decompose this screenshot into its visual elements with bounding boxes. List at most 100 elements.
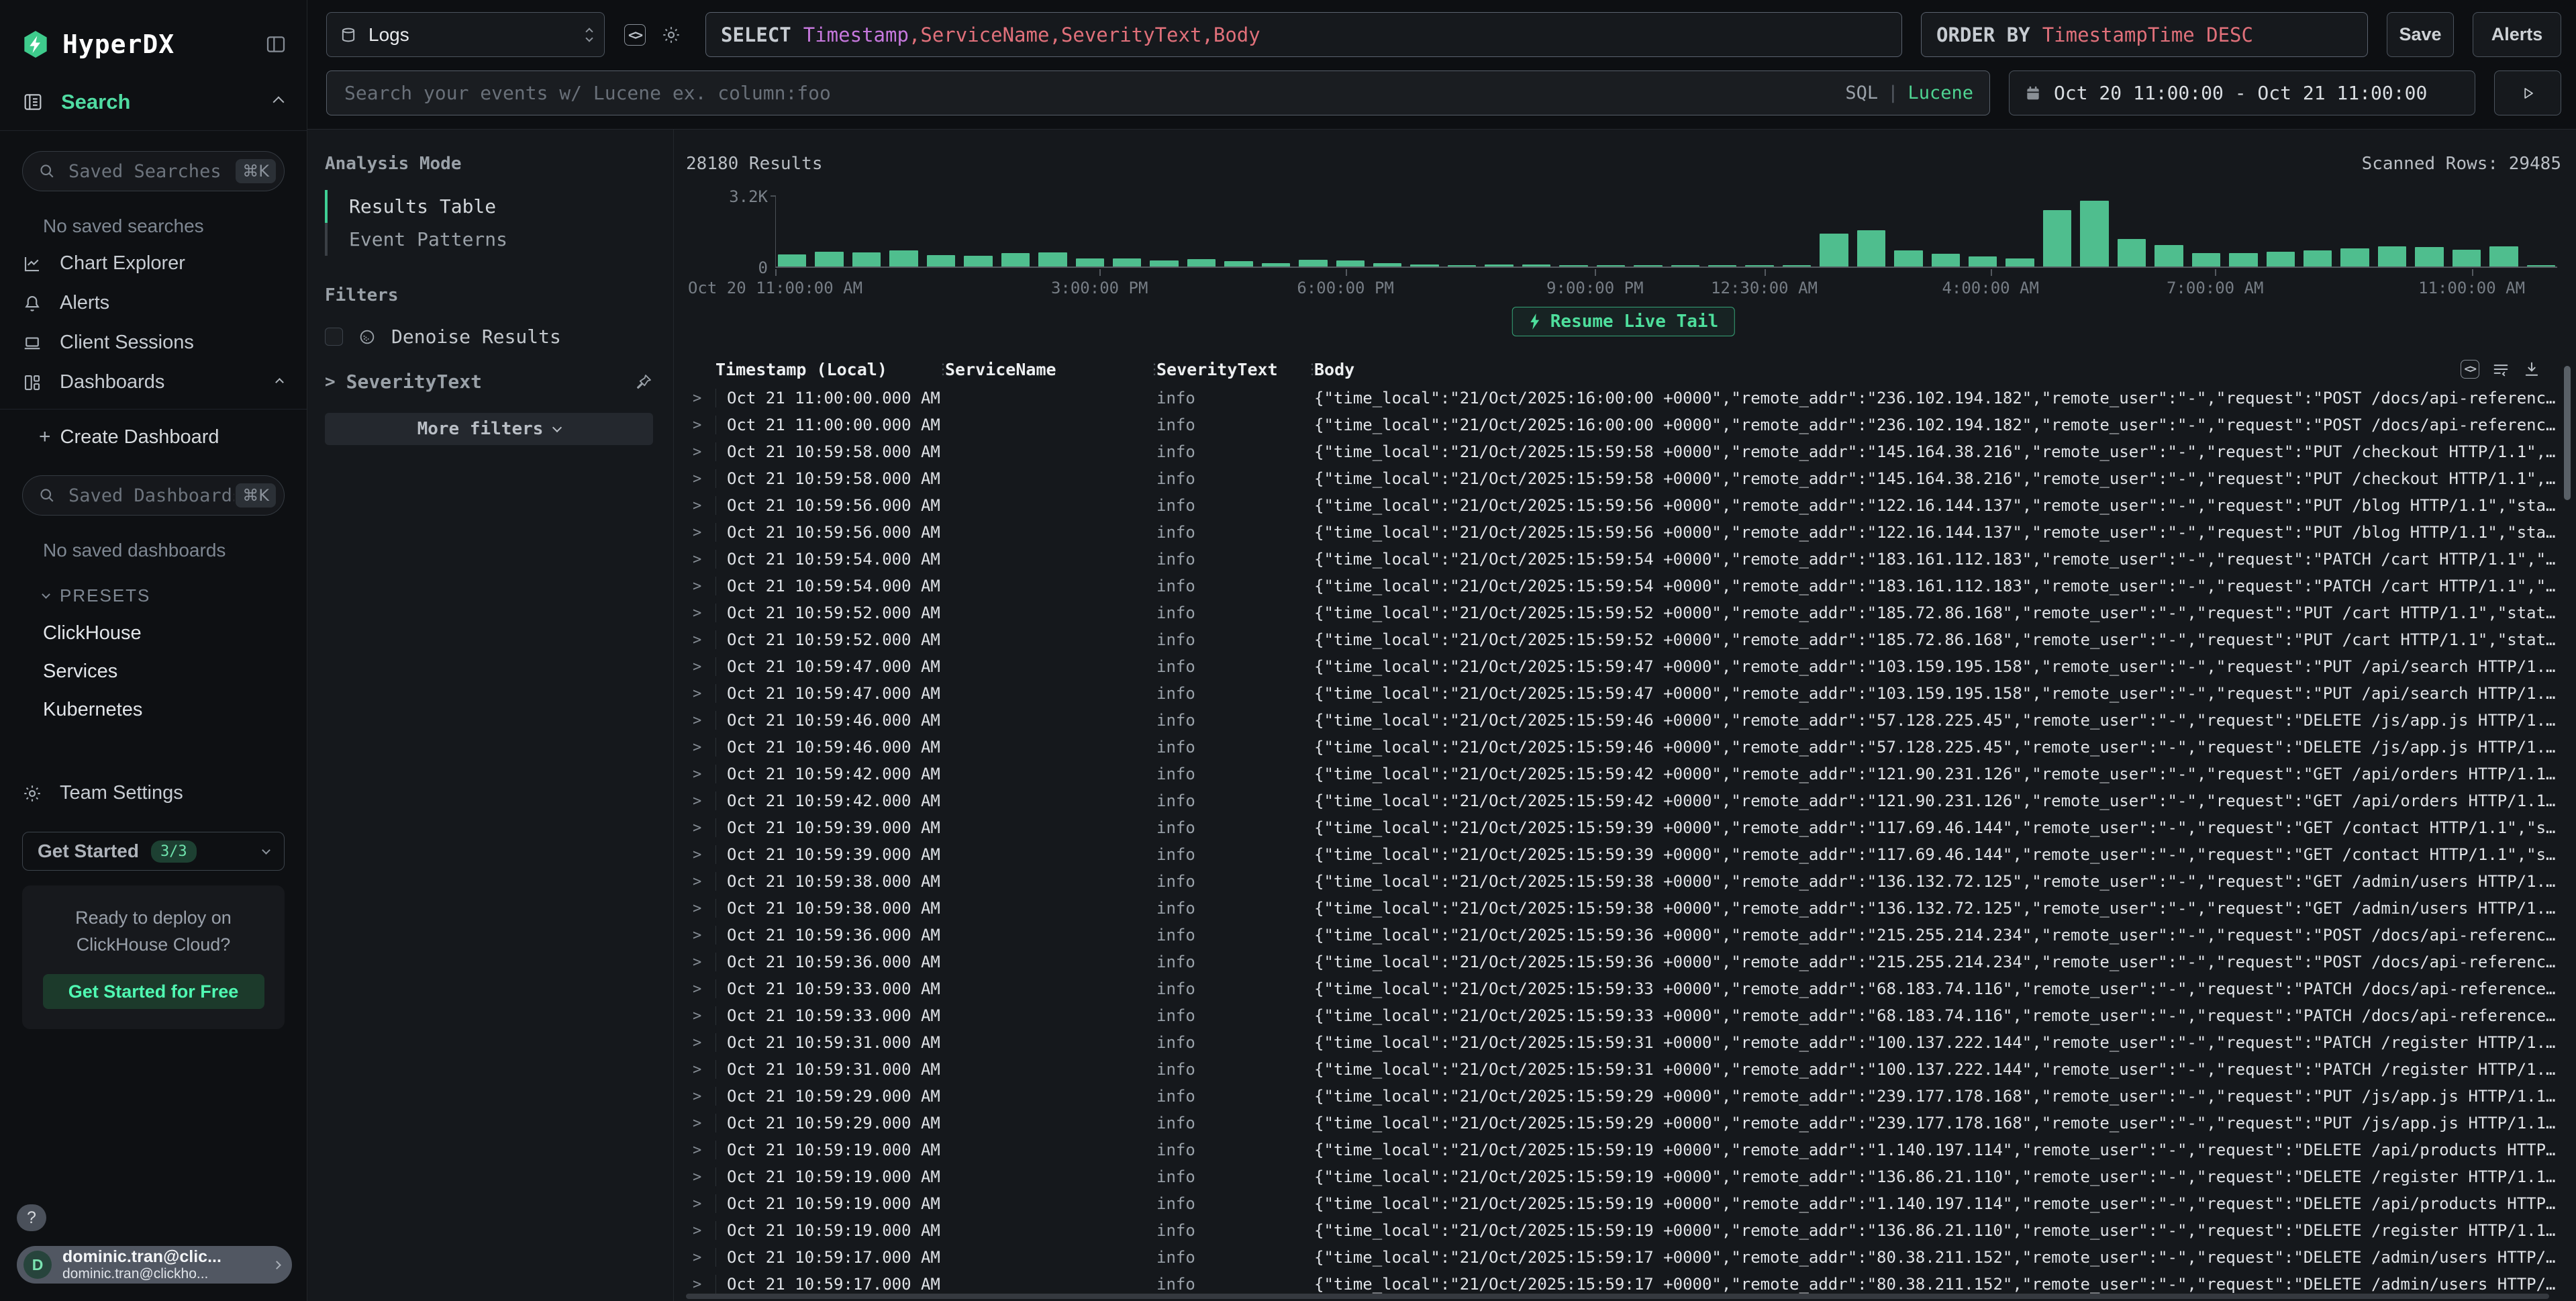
sidebar-item-client-sessions[interactable]: Client Sessions [0, 323, 307, 363]
histogram-bar[interactable] [1001, 253, 1030, 267]
saved-searches-input[interactable]: ⌘K [22, 151, 285, 191]
column-header-body[interactable]: Body [1314, 360, 2561, 379]
query-settings-button[interactable] [656, 12, 687, 57]
histogram-bar[interactable] [1745, 265, 1773, 267]
histogram-bar[interactable] [2489, 246, 2518, 267]
table-row[interactable]: > Oct 21 10:59:31.000 AM info {"time_loc… [686, 1056, 2561, 1083]
table-row[interactable]: > Oct 21 10:59:33.000 AM info {"time_loc… [686, 1002, 2561, 1029]
help-button[interactable]: ? [17, 1204, 46, 1231]
histogram-bar[interactable] [2192, 253, 2220, 267]
table-row[interactable]: > Oct 21 10:59:58.000 AM info {"time_loc… [686, 438, 2561, 465]
histogram-bar[interactable] [1448, 265, 1476, 267]
histogram-bar[interactable] [2527, 265, 2555, 267]
download-csv-button[interactable] [2522, 360, 2541, 379]
table-row[interactable]: > Oct 21 10:59:42.000 AM info {"time_loc… [686, 761, 2561, 787]
histogram-bar[interactable] [1224, 261, 1252, 267]
histogram-bar[interactable] [1150, 260, 1178, 267]
column-resize-handle[interactable]: ⋮ [936, 361, 945, 378]
histogram-bar[interactable] [1820, 234, 1848, 267]
sidebar-item-dashboards[interactable]: Dashboards [0, 363, 307, 402]
histogram-bar[interactable] [1076, 258, 1104, 267]
run-query-button[interactable] [2494, 70, 2561, 115]
histogram-bar[interactable] [2229, 253, 2257, 267]
histogram-bar[interactable] [2453, 250, 2481, 267]
more-filters-button[interactable]: More filters [325, 413, 653, 445]
table-row[interactable]: > Oct 21 10:59:19.000 AM info {"time_loc… [686, 1190, 2561, 1217]
table-row[interactable]: > Oct 21 10:59:58.000 AM info {"time_loc… [686, 465, 2561, 492]
column-header-timestamp[interactable]: Timestamp (Local) [715, 360, 936, 379]
histogram-bar[interactable] [852, 252, 881, 267]
get-started-free-button[interactable]: Get Started for Free [43, 974, 264, 1009]
presets-toggle[interactable]: PRESETS [0, 568, 307, 614]
histogram-bar[interactable] [2080, 201, 2108, 267]
histogram-bar[interactable] [1187, 259, 1216, 267]
histogram-bar[interactable] [1857, 230, 1885, 267]
column-header-servicename[interactable]: ServiceName [945, 360, 1147, 379]
vertical-scrollbar[interactable] [2564, 366, 2571, 500]
table-row[interactable]: > Oct 21 10:59:38.000 AM info {"time_loc… [686, 895, 2561, 922]
histogram-bar[interactable] [1783, 265, 1811, 267]
histogram-bar[interactable] [1597, 265, 1625, 267]
table-row[interactable]: > Oct 21 10:59:56.000 AM info {"time_loc… [686, 519, 2561, 546]
histogram-bar[interactable] [1262, 263, 1290, 267]
table-row[interactable]: > Oct 21 11:00:00.000 AM info {"time_loc… [686, 385, 2561, 412]
mode-event-patterns[interactable]: Event Patterns [325, 223, 653, 256]
histogram-bar[interactable] [2267, 252, 2295, 267]
histogram-bar[interactable] [2118, 239, 2146, 267]
save-button[interactable]: Save [2387, 12, 2454, 57]
histogram-bar[interactable] [2378, 246, 2406, 267]
histogram-bar[interactable] [1671, 265, 1699, 267]
alerts-button[interactable]: Alerts [2473, 12, 2561, 57]
user-menu[interactable]: D dominic.tran@clic... dominic.tran@clic… [17, 1246, 292, 1284]
saved-dashboards-field[interactable] [67, 485, 236, 507]
histogram-bar[interactable] [1113, 258, 1141, 267]
pin-icon[interactable] [634, 373, 653, 391]
mode-results-table[interactable]: Results Table [325, 190, 653, 223]
histogram-bar[interactable] [1708, 265, 1736, 267]
denoise-checkbox[interactable] [325, 328, 343, 346]
table-row[interactable]: > Oct 21 10:59:56.000 AM info {"time_loc… [686, 492, 2561, 519]
histogram-bar[interactable] [2154, 245, 2183, 267]
sidebar-item-alerts[interactable]: Alerts [0, 283, 307, 323]
table-row[interactable]: > Oct 21 10:59:38.000 AM info {"time_loc… [686, 868, 2561, 895]
histogram-bar[interactable] [1559, 265, 1587, 267]
histogram-bar[interactable] [1894, 250, 1922, 267]
create-dashboard-button[interactable]: + Create Dashboard [0, 409, 307, 455]
lucene-toggle[interactable]: Lucene [1908, 83, 1973, 103]
column-header-severitytext[interactable]: SeverityText [1156, 360, 1305, 379]
table-row[interactable]: > Oct 21 10:59:54.000 AM info {"time_loc… [686, 573, 2561, 599]
sidebar-item-team-settings[interactable]: Team Settings [0, 773, 307, 813]
sidebar-item-chart-explorer[interactable]: Chart Explorer [0, 244, 307, 283]
histogram-bar[interactable] [1969, 256, 1997, 267]
column-resize-handle[interactable]: ⋮ [1147, 361, 1156, 378]
collapse-sidebar-icon[interactable] [265, 34, 287, 55]
table-row[interactable]: > Oct 21 10:59:36.000 AM info {"time_loc… [686, 922, 2561, 949]
preset-services[interactable]: Services [0, 653, 307, 691]
table-row[interactable]: > Oct 21 10:59:19.000 AM info {"time_loc… [686, 1163, 2561, 1190]
histogram-bar[interactable] [1299, 260, 1327, 267]
histogram-bar[interactable] [778, 254, 806, 267]
table-row[interactable]: > Oct 21 10:59:31.000 AM info {"time_loc… [686, 1029, 2561, 1056]
histogram-bar[interactable] [2303, 250, 2332, 267]
saved-dashboards-input[interactable]: ⌘K [22, 475, 285, 516]
table-row[interactable]: > Oct 21 10:59:33.000 AM info {"time_loc… [686, 975, 2561, 1002]
table-row[interactable]: > Oct 21 10:59:54.000 AM info {"time_loc… [686, 546, 2561, 573]
column-resize-handle[interactable]: ⋮ [1305, 361, 1314, 378]
order-by-input[interactable]: ORDER BY TimestampTime DESC [1921, 12, 2368, 57]
table-row[interactable]: > Oct 21 10:59:39.000 AM info {"time_loc… [686, 814, 2561, 841]
horizontal-scrollbar[interactable] [686, 1294, 2549, 1299]
histogram-bar[interactable] [2043, 210, 2071, 267]
select-columns-input[interactable]: SELECT TimestampServiceNameSeverityTextB… [705, 12, 1902, 57]
histogram-bar[interactable] [1522, 264, 1550, 267]
table-row[interactable]: > Oct 21 10:59:47.000 AM info {"time_loc… [686, 653, 2561, 680]
table-row[interactable]: > Oct 21 10:59:46.000 AM info {"time_loc… [686, 734, 2561, 761]
column-config-button[interactable]: <> [2461, 360, 2479, 379]
preset-clickhouse[interactable]: ClickHouse [0, 614, 307, 653]
event-search-field[interactable] [343, 81, 1845, 105]
histogram-bar[interactable] [1410, 264, 1438, 267]
saved-searches-field[interactable] [67, 160, 236, 183]
resume-live-tail-button[interactable]: Resume Live Tail [1512, 307, 1735, 336]
histogram-bar[interactable] [2005, 258, 2034, 267]
table-row[interactable]: > Oct 21 10:59:36.000 AM info {"time_loc… [686, 949, 2561, 975]
event-search-input[interactable]: SQL | Lucene [326, 70, 1990, 115]
